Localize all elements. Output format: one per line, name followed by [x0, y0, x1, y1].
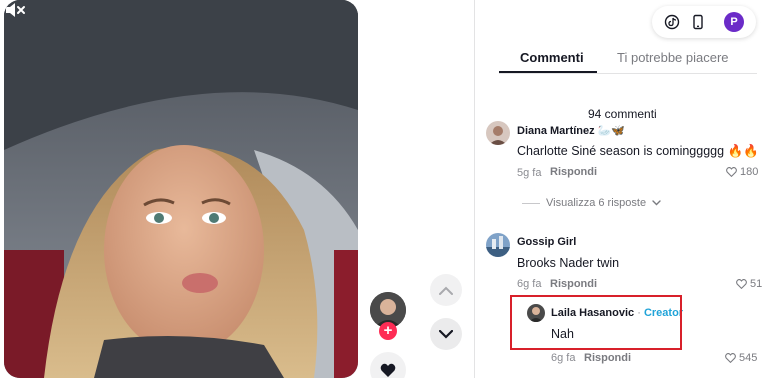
tiktok-logo-icon[interactable] [664, 14, 680, 30]
comment-avatar-image [486, 121, 510, 145]
chevron-down-icon [652, 200, 661, 206]
comment-like-count: 51 [750, 278, 763, 290]
comment-time: 5g fa [517, 167, 542, 179]
reply-to-reply-button[interactable]: Rispondi [584, 352, 631, 364]
heart-outline-icon [736, 279, 747, 289]
tab-divider [499, 73, 757, 74]
reply-button[interactable]: Rispondi [550, 166, 597, 178]
tab-comments[interactable]: Commenti [520, 50, 584, 65]
top-controls: P [652, 6, 756, 38]
panel-divider [474, 0, 475, 378]
comment-like-button[interactable]: 180 [726, 166, 758, 178]
comment-time: 6g fa [517, 278, 542, 290]
chevron-up-icon [439, 286, 453, 295]
comment-like-button[interactable]: 51 [736, 278, 762, 290]
view-replies-label: Visualizza 6 risposte [546, 197, 647, 209]
comment-author[interactable]: Gossip Girl [517, 236, 576, 248]
highlight-box [510, 295, 682, 350]
comments-count: 94 commenti [588, 107, 657, 121]
view-replies-line [522, 202, 540, 204]
reply-time: 6g fa [551, 352, 576, 364]
comment-author[interactable]: Diana Martínez 🦢🦋 [517, 124, 625, 137]
speaker-muted-icon[interactable] [4, 0, 26, 20]
like-button[interactable] [370, 352, 406, 378]
previous-video-button[interactable] [430, 274, 462, 306]
reply-button[interactable]: Rispondi [550, 278, 597, 290]
profile-avatar[interactable]: P [724, 12, 744, 32]
comment-avatar[interactable] [486, 233, 510, 257]
heart-outline-icon [726, 167, 737, 177]
follow-button[interactable]: + [379, 322, 397, 340]
comment-avatar[interactable] [486, 121, 510, 145]
app-root: + P Commenti Ti potrebbe piacere 94 comm… [0, 0, 767, 378]
comment-avatar-image [486, 233, 510, 257]
video-player[interactable] [4, 0, 358, 378]
comment-like-count: 180 [740, 166, 759, 178]
reply-like-count: 545 [739, 352, 758, 364]
reply-like-button[interactable]: 545 [725, 352, 757, 364]
video-frame [4, 0, 358, 378]
phone-icon[interactable] [690, 14, 706, 30]
view-replies-button[interactable]: Visualizza 6 risposte [522, 197, 661, 209]
heart-outline-icon [725, 353, 736, 363]
chevron-down-icon [439, 329, 453, 339]
heart-icon [380, 363, 396, 377]
comment-text: Brooks Nader twin [517, 256, 620, 270]
comment-text: Charlotte Siné season is cominggggg 🔥🔥 [517, 144, 759, 158]
tab-recommended[interactable]: Ti potrebbe piacere [617, 50, 729, 65]
next-video-button[interactable] [430, 318, 462, 350]
